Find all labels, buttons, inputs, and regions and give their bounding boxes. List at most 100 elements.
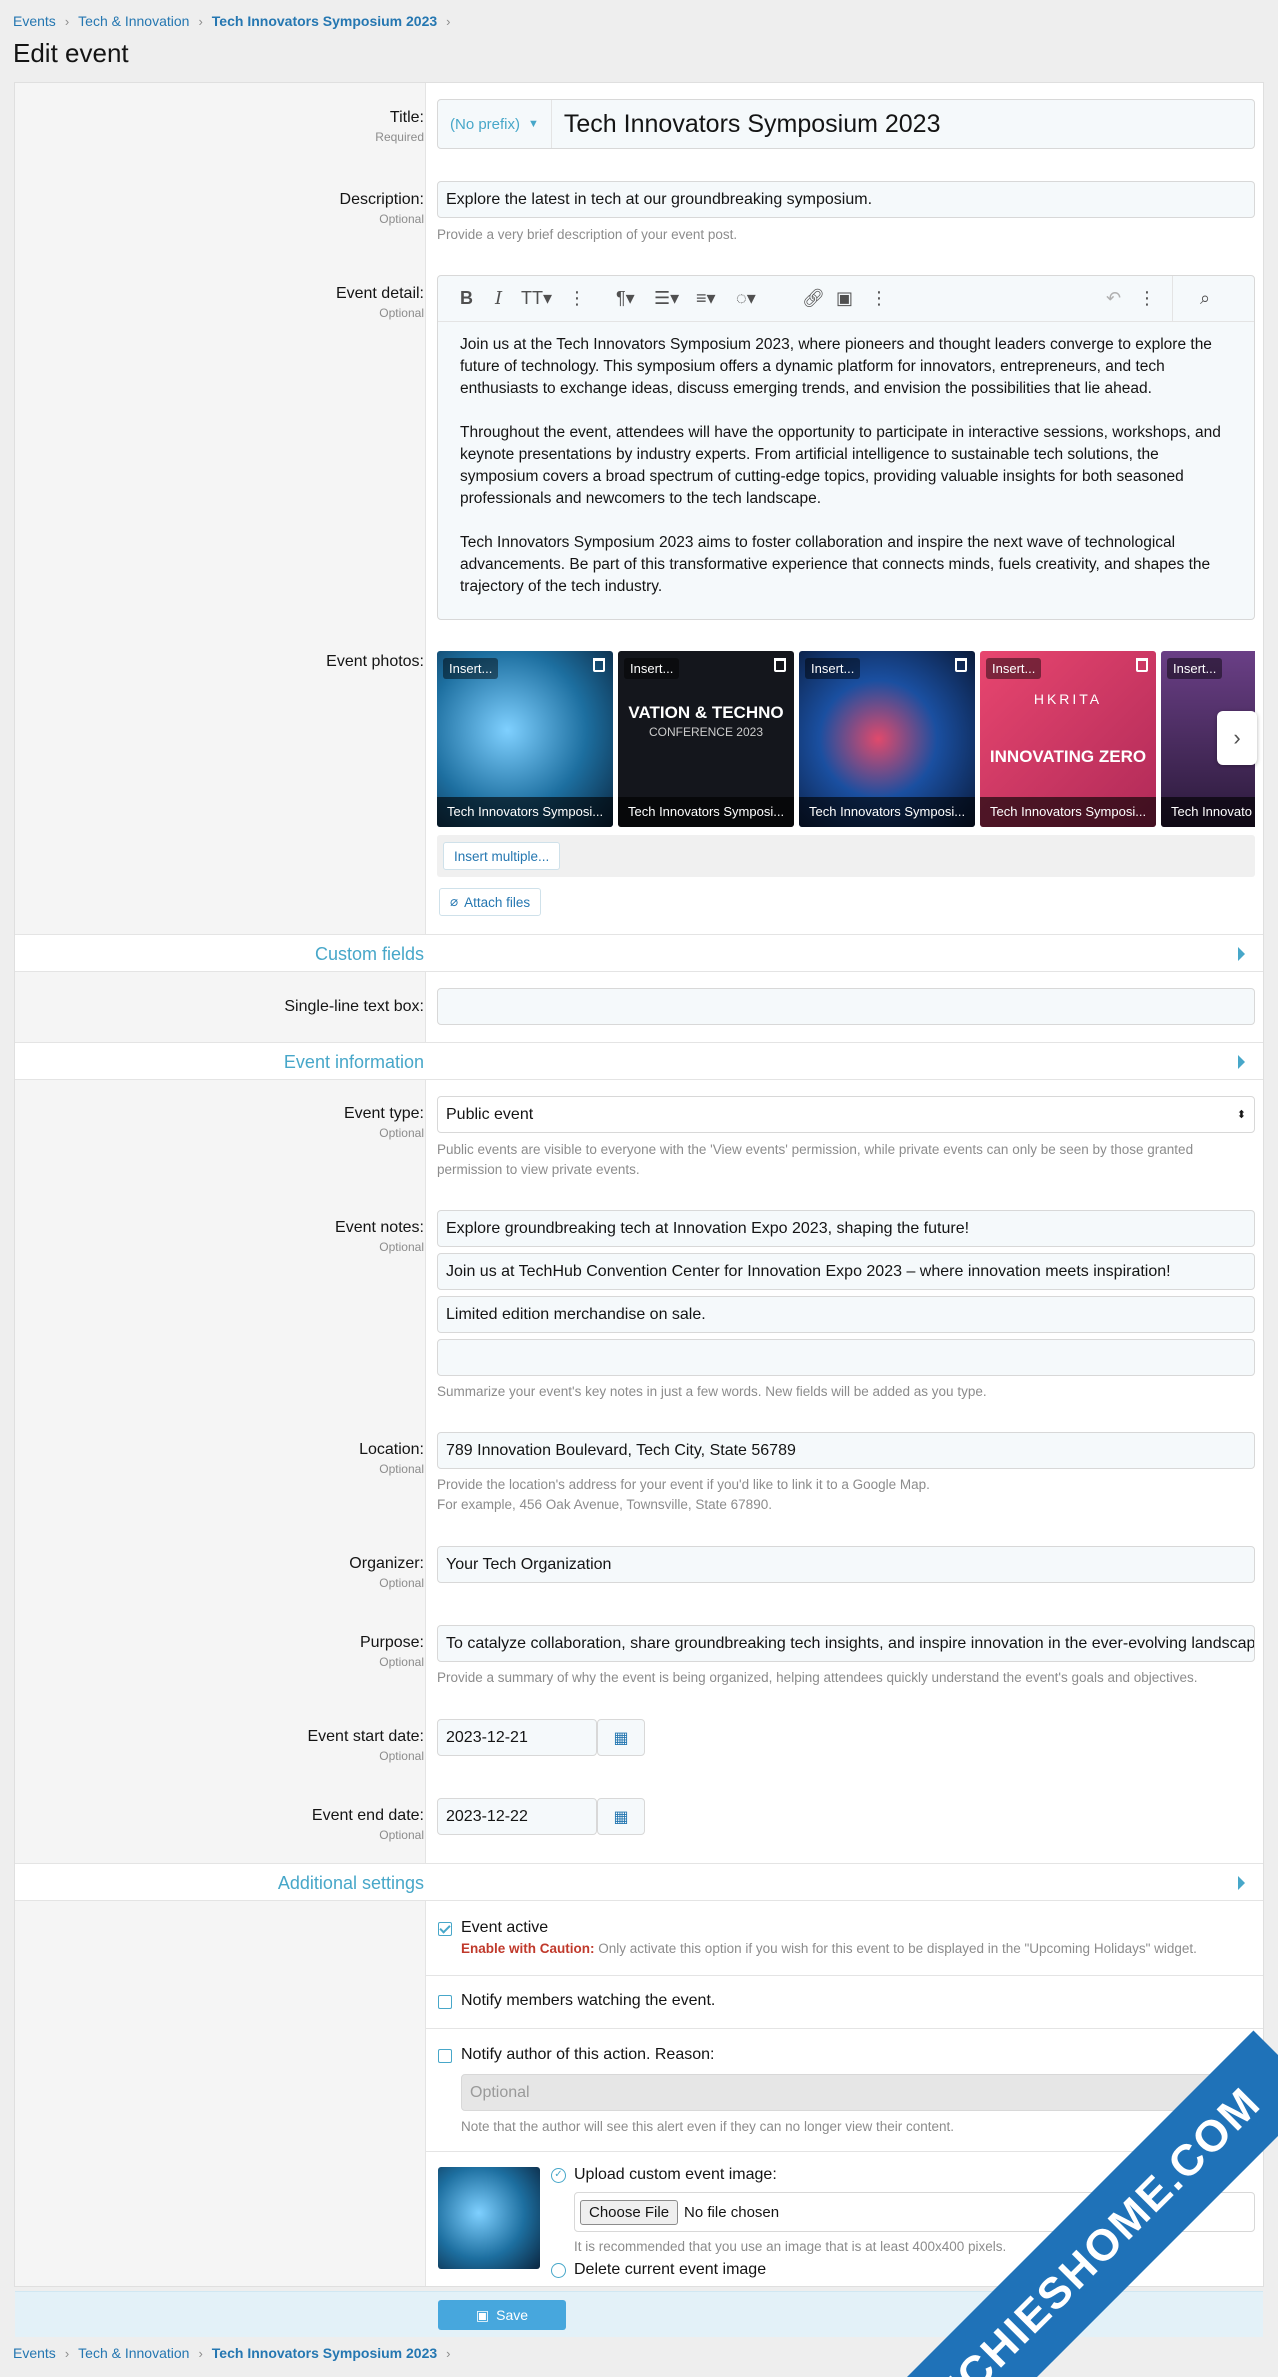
choose-file-button[interactable]: Choose File xyxy=(580,2199,679,2225)
save-icon: ▣ xyxy=(475,2306,490,2323)
chevron-right-icon[interactable]: › xyxy=(1217,711,1257,765)
end-date-input[interactable]: 2023-12-22 xyxy=(437,1798,597,1835)
link-icon[interactable]: 🔗︎ xyxy=(802,288,825,309)
event-type-select[interactable]: Public event ⬍ xyxy=(437,1096,1255,1133)
custom-fields-header[interactable]: Custom fields xyxy=(15,934,1263,972)
detail-paragraph-3: Tech Innovators Symposium 2023 aims to f… xyxy=(460,534,1211,595)
photo-caption: Tech Innovators Symposi... xyxy=(980,797,1156,827)
trash-icon[interactable] xyxy=(593,658,605,672)
breadcrumb-events[interactable]: Events xyxy=(13,2345,56,2361)
purpose-input[interactable]: To catalyze collaboration, share groundb… xyxy=(437,1625,1255,1662)
more-vertical-icon[interactable]: ⋮ xyxy=(1138,288,1156,309)
no-file-text: No file chosen xyxy=(684,2203,780,2221)
event-photos-label: Event photos: xyxy=(326,653,424,670)
chevron-right-icon: › xyxy=(446,2345,451,2361)
insert-button[interactable]: Insert... xyxy=(986,658,1042,679)
description-hint: Optional xyxy=(379,212,424,226)
caret-down-icon: ▼ xyxy=(528,118,539,130)
calendar-icon[interactable]: ▦ xyxy=(597,1798,645,1835)
description-label: Description: Optional xyxy=(339,191,424,226)
event-note-input[interactable] xyxy=(437,1339,1255,1376)
location-input[interactable]: 789 Innovation Boulevard, Tech City, Sta… xyxy=(437,1432,1255,1469)
photo-thumb[interactable]: Insert... VATION & TECHNO CONFERENCE 202… xyxy=(618,651,794,827)
align-icon[interactable]: ≡▾ xyxy=(696,288,716,309)
event-notes-hint: Optional xyxy=(379,1240,424,1254)
caret-right-icon xyxy=(1238,1055,1245,1069)
photo-overlay-text: VATION & TECHNO xyxy=(628,703,784,722)
insert-multiple-button[interactable]: Insert multiple... xyxy=(443,842,561,870)
paragraph-icon[interactable]: ¶▾ xyxy=(616,288,635,309)
start-date-input[interactable]: 2023-12-21 xyxy=(437,1719,597,1756)
event-info-header[interactable]: Event information xyxy=(15,1042,1263,1080)
breadcrumb-events[interactable]: Events xyxy=(13,13,56,29)
photo-thumb[interactable]: Insert... Tech Innovators Symposi... xyxy=(437,651,613,827)
organizer-input[interactable]: Your Tech Organization xyxy=(437,1546,1255,1583)
end-date-label: Event end date: Optional xyxy=(311,1807,424,1842)
editor-body[interactable]: Join us at the Tech Innovators Symposium… xyxy=(438,322,1254,632)
hide-icon[interactable]: ◌▾ xyxy=(736,288,756,309)
insert-button[interactable]: Insert... xyxy=(624,658,680,679)
undo-icon[interactable]: ↶ xyxy=(1106,288,1121,309)
attach-files-button[interactable]: ⌀ Attach files xyxy=(439,888,542,916)
breadcrumb-category[interactable]: Tech & Innovation xyxy=(78,2345,189,2361)
photo-overlay-subtext: CONFERENCE 2023 xyxy=(648,725,764,739)
event-active-label[interactable]: Event active xyxy=(461,1919,548,1937)
description-input[interactable]: Explore the latest in tech at our ground… xyxy=(437,181,1255,218)
event-active-checkbox[interactable] xyxy=(438,1922,452,1936)
edit-event-form: Title: Required (No prefix) ▼ Tech Innov… xyxy=(14,82,1264,2337)
event-info-title: Event information xyxy=(283,1052,424,1072)
italic-icon[interactable]: I xyxy=(495,288,502,309)
upload-radio[interactable]: ✓ xyxy=(551,2168,566,2183)
image-icon[interactable]: ▣ xyxy=(836,288,853,309)
photo-thumb[interactable]: Insert... Tech Innovators Symposi... xyxy=(799,651,975,827)
preview-icon[interactable]: ⌕ xyxy=(1200,288,1210,309)
notify-author-explain: Note that the author will see this alert… xyxy=(461,2119,955,2134)
chevron-right-icon: › xyxy=(198,2345,203,2361)
reason-input[interactable]: Optional xyxy=(461,2074,1255,2111)
breadcrumb-category[interactable]: Tech & Innovation xyxy=(78,13,189,29)
organizer-label: Organizer: Optional xyxy=(349,1555,424,1590)
additional-settings-header[interactable]: Additional settings xyxy=(15,1863,1263,1901)
calendar-icon[interactable]: ▦ xyxy=(597,1719,645,1756)
event-type-explain: Public events are visible to everyone wi… xyxy=(437,1142,1194,1177)
delete-label[interactable]: Delete current event image xyxy=(574,2261,766,2279)
upload-label[interactable]: Upload custom event image: xyxy=(574,2166,777,2184)
divider xyxy=(426,1975,1263,1976)
event-note-input[interactable]: Join us at TechHub Convention Center for… xyxy=(437,1253,1255,1290)
single-line-input[interactable] xyxy=(437,988,1255,1025)
list-icon[interactable]: ☰▾ xyxy=(654,288,679,309)
title-hint: Required xyxy=(375,130,424,144)
photo-overlay-text: HKRITA xyxy=(1033,691,1103,707)
insert-button[interactable]: Insert... xyxy=(443,658,499,679)
notify-watch-checkbox[interactable] xyxy=(438,1995,452,2009)
bold-icon[interactable]: B xyxy=(460,288,473,309)
notify-watch-label[interactable]: Notify members watching the event. xyxy=(461,1992,715,2010)
location-explain: Provide the location's address for your … xyxy=(437,1477,930,1492)
save-button[interactable]: ▣ Save xyxy=(438,2300,566,2330)
event-note-input[interactable]: Limited edition merchandise on sale. xyxy=(437,1296,1255,1333)
page-title: Edit event xyxy=(13,38,129,68)
insert-button[interactable]: Insert... xyxy=(805,658,861,679)
trash-icon[interactable] xyxy=(774,658,786,672)
more-vertical-icon[interactable]: ⋮ xyxy=(568,288,586,309)
notify-author-label[interactable]: Notify author of this action. Reason: xyxy=(461,2046,714,2064)
upload-explain: It is recommended that you use an image … xyxy=(574,2239,1007,2254)
photo-caption: Tech Innovators Symposi... xyxy=(437,797,613,827)
title-field: (No prefix) ▼ Tech Innovators Symposium … xyxy=(437,99,1255,149)
text-size-icon[interactable]: TT▾ xyxy=(521,288,552,309)
prefix-select[interactable]: (No prefix) ▼ xyxy=(438,100,552,148)
photo-thumb[interactable]: Insert... HKRITA INNOVATING ZERO Tech In… xyxy=(980,651,1156,827)
breadcrumb-current[interactable]: Tech Innovators Symposium 2023 xyxy=(212,2345,437,2361)
breadcrumb-current[interactable]: Tech Innovators Symposium 2023 xyxy=(212,13,437,29)
title-input[interactable]: Tech Innovators Symposium 2023 xyxy=(552,110,941,139)
more-vertical-icon[interactable]: ⋮ xyxy=(870,288,888,309)
chevron-right-icon: › xyxy=(64,13,70,29)
insert-button[interactable]: Insert... xyxy=(1167,658,1223,679)
delete-radio[interactable] xyxy=(551,2263,566,2278)
event-type-value: Public event xyxy=(446,1105,534,1123)
organizer-hint: Optional xyxy=(379,1576,424,1590)
event-note-input[interactable]: Explore groundbreaking tech at Innovatio… xyxy=(437,1210,1255,1247)
notify-author-checkbox[interactable] xyxy=(438,2049,452,2063)
trash-icon[interactable] xyxy=(955,658,967,672)
trash-icon[interactable] xyxy=(1136,658,1148,672)
